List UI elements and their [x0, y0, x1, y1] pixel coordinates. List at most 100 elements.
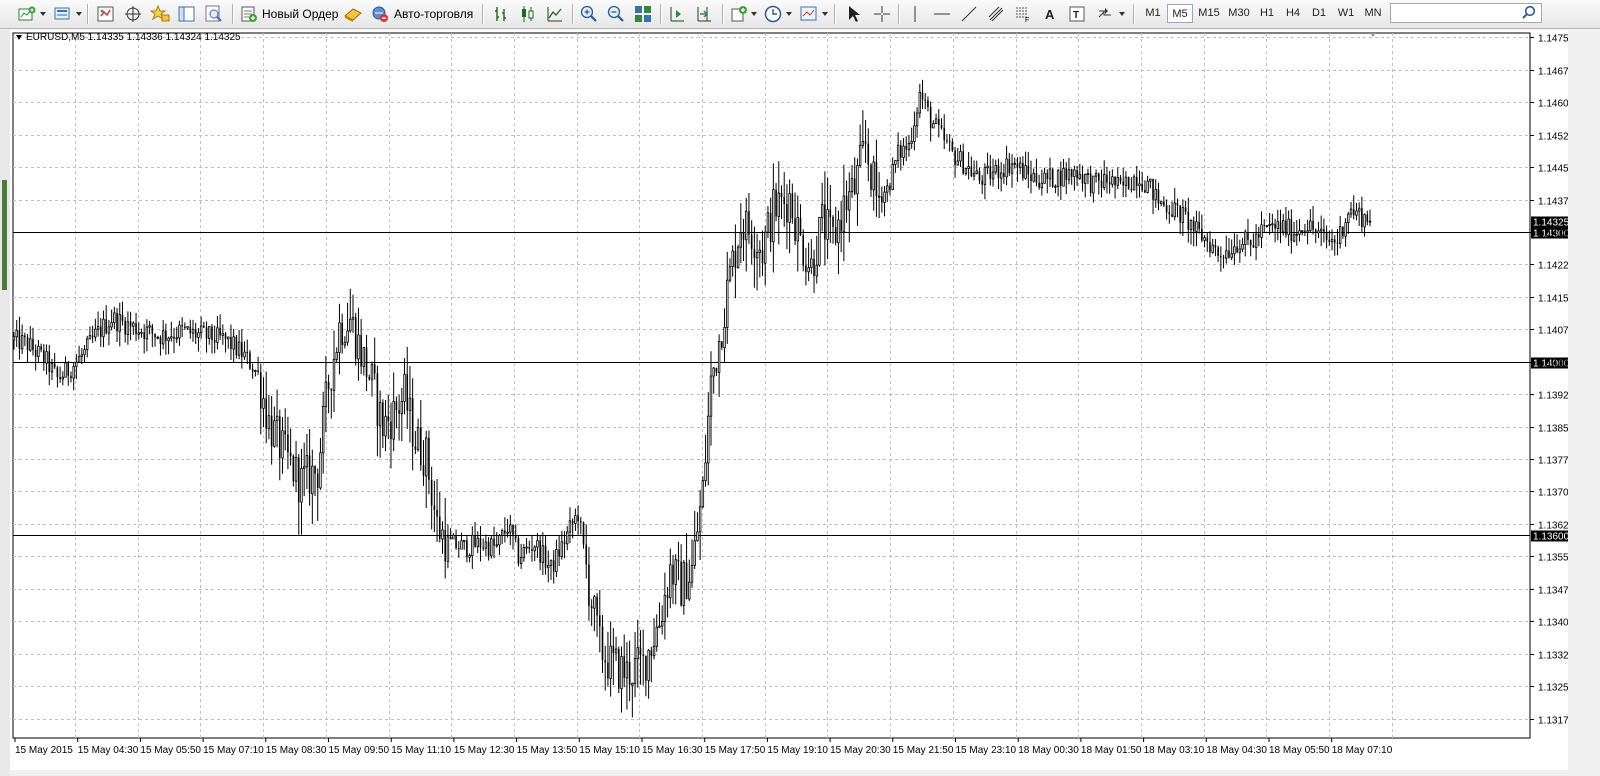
candle-body-bear [989, 166, 992, 179]
profiles-dropdown-icon[interactable] [76, 12, 82, 16]
chart-shift-button[interactable] [666, 3, 688, 25]
candle-body-bear [67, 362, 70, 376]
candle-body-bull [777, 192, 780, 217]
terminal-button[interactable] [176, 3, 198, 25]
auto-trading-button[interactable]: Авто-торговля [370, 3, 475, 25]
candle-body-bear [715, 368, 718, 373]
candle-body-bear [395, 401, 398, 411]
timeframe-d1[interactable]: D1 [1306, 4, 1332, 23]
auto-scroll-button[interactable] [693, 3, 715, 25]
market-watch-button[interactable] [95, 3, 117, 25]
candle-body-bull [533, 546, 536, 552]
equidistant-channel-button[interactable] [985, 3, 1007, 25]
candle-body-bear [580, 520, 582, 523]
time-tick-label: 18 May 05:50 [1269, 745, 1330, 756]
candle-body-bull [913, 125, 916, 143]
candle-body-bull [704, 462, 707, 482]
timeframe-h4[interactable]: H4 [1280, 4, 1306, 23]
tile-windows-button[interactable] [632, 3, 654, 25]
zoom-out-button[interactable] [605, 3, 627, 25]
candle-body-bear [18, 330, 21, 349]
candlestick-chart-button[interactable] [517, 3, 539, 25]
candle-body-bull [118, 314, 121, 332]
crosshair-button[interactable] [871, 3, 893, 25]
candle-body-bull [731, 250, 734, 268]
chart-window[interactable]: 1.14300 1.14000 1.13600 1.14325 1.14750 1.14… [10, 30, 1568, 770]
candle-body-bear [387, 416, 390, 422]
candle-body-bear [213, 340, 216, 343]
timeframe-w1[interactable]: W1 [1332, 4, 1360, 23]
strategy-tester-button[interactable] [203, 3, 225, 25]
arrows-button[interactable] [1094, 3, 1116, 25]
candle-body-bear [24, 335, 26, 338]
candle-body-bull [631, 682, 634, 686]
indicators-dropdown-icon[interactable] [751, 12, 757, 16]
periods-button[interactable] [762, 3, 784, 25]
trendline-button[interactable] [958, 3, 980, 25]
fibonacci-button[interactable]: F [1012, 3, 1034, 25]
arrows-dropdown-icon[interactable] [1119, 12, 1125, 16]
candle-body-bear [799, 217, 802, 236]
profiles-button[interactable] [52, 3, 74, 25]
candle-body-bull [468, 555, 471, 558]
text-label-icon: T [1069, 6, 1085, 22]
candle-body-bear [870, 164, 872, 190]
candle-body-bull [877, 195, 881, 198]
time-tick-label: 18 May 03:10 [1144, 745, 1205, 756]
candle-body-bull [910, 141, 913, 144]
candle-body-bear [650, 650, 653, 656]
line-chart-button[interactable] [544, 3, 566, 25]
indicators-button[interactable] [728, 3, 750, 25]
collapse-triangle-icon[interactable] [16, 34, 22, 40]
candle-body-bull [509, 524, 512, 533]
timeframe-m30[interactable]: M30 [1224, 4, 1254, 23]
candle-body-bear [181, 325, 183, 327]
templates-button[interactable] [798, 3, 820, 25]
navigator-button[interactable] [149, 3, 171, 25]
search-input[interactable] [1390, 3, 1542, 23]
candle-body-bull [660, 620, 664, 627]
cursor-button[interactable] [843, 3, 865, 25]
candle-body-bear [680, 561, 682, 606]
horizontal-line-button[interactable] [931, 3, 953, 25]
metaeditor-button[interactable] [342, 3, 364, 25]
fibonacci-icon: F [1016, 7, 1029, 23]
price-tick-label: 1.13700 [1538, 488, 1568, 499]
candle-body-bull [1043, 172, 1046, 184]
new-order-button[interactable]: Новый Ордер [240, 3, 340, 25]
candle-body-bull [1282, 220, 1285, 233]
bar-chart-icon [495, 7, 506, 21]
zoom-in-button[interactable] [578, 3, 600, 25]
price-chart[interactable]: 1.14300 1.14000 1.13600 1.14325 1.14750 1.14… [10, 30, 1568, 770]
timeframe-h1[interactable]: H1 [1254, 4, 1280, 23]
candle-body-bear [278, 416, 281, 458]
new-chart-button[interactable] [16, 3, 38, 25]
timeframe-m5[interactable]: M5 [1167, 4, 1193, 23]
candle-body-bull [736, 246, 740, 269]
timeframe-m15[interactable]: M15 [1194, 4, 1224, 23]
vertical-line-button[interactable] [904, 3, 926, 25]
candle-body-bull [1024, 165, 1027, 179]
data-window-button[interactable] [122, 3, 144, 25]
templates-icon [800, 6, 817, 21]
templates-dropdown-icon[interactable] [822, 12, 828, 16]
candle-body-bear [514, 535, 517, 539]
left-panel-grip[interactable] [0, 30, 10, 776]
time-tick-label: 15 May 09:50 [329, 745, 390, 756]
bar-chart-button[interactable] [490, 3, 512, 25]
candle-body-bull [858, 144, 862, 166]
timeframe-mn[interactable]: MN [1360, 4, 1386, 23]
new-chart-dropdown-icon[interactable] [40, 12, 46, 16]
timeframe-m1[interactable]: M1 [1140, 4, 1166, 23]
candle-body-bear [235, 336, 238, 356]
text-label-button[interactable]: T [1066, 3, 1088, 25]
candle-body-bull [1276, 221, 1279, 229]
candle-body-bull [915, 112, 919, 127]
search-button[interactable] [1522, 5, 1536, 22]
periods-dropdown-icon[interactable] [786, 12, 792, 16]
text-button[interactable]: A [1039, 3, 1061, 25]
candle-body-bull [45, 351, 48, 364]
candle-body-bull [1347, 213, 1350, 223]
price-tick-label: 1.14675 [1538, 67, 1568, 78]
candle-body-bull [918, 91, 922, 114]
